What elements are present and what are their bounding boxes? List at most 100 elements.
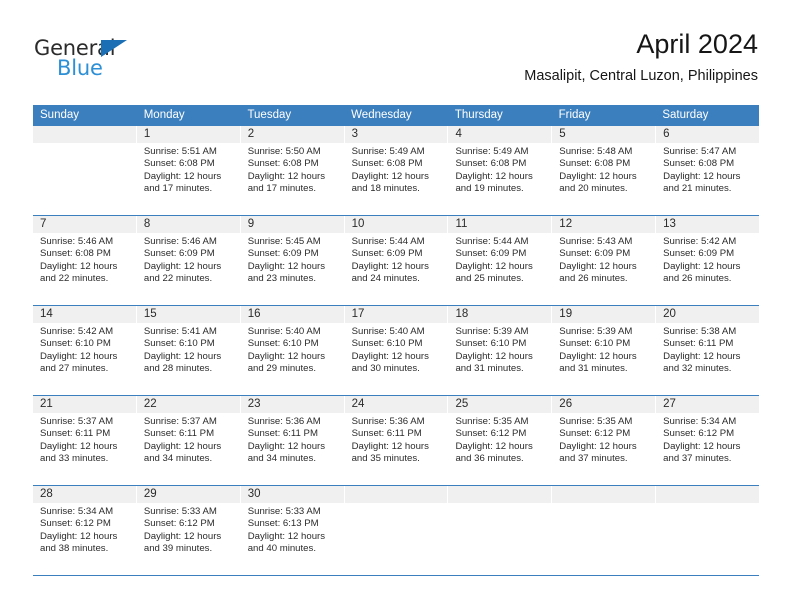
day-of-week-wednesday: Wednesday: [351, 109, 412, 121]
day-cell[interactable]: 6 Sunrise: 5:47 AM Sunset: 6:08 PM Daylight…: [656, 126, 760, 215]
day-number: 23: [240, 396, 344, 413]
sunset-text: Sunset: 6:10 PM: [455, 338, 527, 350]
sunrise-text: Sunrise: 5:39 AM: [559, 326, 633, 337]
day-number: 17: [344, 306, 448, 323]
day-number: [552, 486, 656, 503]
day-cell[interactable]: 9 Sunrise: 5:45 AM Sunset: 6:09 PM Daylight…: [240, 216, 345, 305]
day-cell[interactable]: 18 Sunrise: 5:39 AM Sunset: 6:10 PM Dayligh…: [448, 306, 553, 395]
sunrise-text: Sunrise: 5:33 AM: [143, 506, 217, 517]
day-number: 15: [136, 306, 240, 323]
day-cell[interactable]: 10 Sunrise: 5:44 AM Sunset: 6:09 PM Dayligh…: [344, 216, 449, 305]
day-cell[interactable]: 8 Sunrise: 5:46 AM Sunset: 6:09 PM Daylight…: [136, 216, 241, 305]
day-cell[interactable]: 21 Sunrise: 5:37 AM Sunset: 6:11 PM Dayligh…: [33, 396, 137, 485]
day-number: 30: [240, 486, 344, 503]
daylight-text: Daylight: 12 hours and 37 minutes.: [559, 440, 637, 464]
calendar-grid: Sunday Monday Tuesday Wednesday Thursday Frid…: [33, 105, 760, 576]
day-number: 19: [552, 306, 656, 323]
day-cell[interactable]: 26 Sunrise: 5:35 AM Sunset: 6:12 PM Dayligh…: [552, 396, 657, 485]
day-of-week-header: Sunday Monday Tuesday Wednesday Thursday Frid…: [33, 105, 759, 126]
sunset-text: Sunset: 6:09 PM: [143, 248, 215, 260]
day-cell[interactable]: 22 Sunrise: 5:37 AM Sunset: 6:11 PM Dayligh…: [136, 396, 241, 485]
day-details: Sunrise: 5:35 AM Sunset: 6:12 PM Daylight:…: [448, 413, 551, 465]
sunrise-text: Sunrise: 5:42 AM: [40, 326, 114, 337]
daylight-text: Daylight: 12 hours and 40 minutes.: [247, 530, 326, 554]
day-cell[interactable]: 5 Sunrise: 5:48 AM Sunset: 6:08 PM Daylight…: [552, 126, 657, 215]
daylight-text: Daylight: 12 hours and 22 minutes.: [143, 260, 222, 284]
day-cell[interactable]: 27 Sunrise: 5:34 AM Sunset: 6:12 PM Dayligh…: [656, 396, 760, 485]
sunset-text: Sunset: 6:12 PM: [663, 428, 735, 440]
sunrise-text: Sunrise: 5:49 AM: [455, 146, 529, 157]
day-details: Sunrise: 5:50 AM Sunset: 6:08 PM Daylight:…: [241, 143, 344, 195]
day-cell[interactable]: 25 Sunrise: 5:35 AM Sunset: 6:12 PM Dayligh…: [448, 396, 553, 485]
daylight-text: Daylight: 12 hours and 30 minutes.: [351, 350, 429, 374]
calendar-week-row: 7 Sunrise: 5:46 AM Sunset: 6:08 PM Daylight…: [33, 215, 760, 305]
day-number: 8: [136, 216, 240, 233]
day-of-week-saturday: Saturday: [662, 109, 709, 121]
day-cell[interactable]: 4 Sunrise: 5:49 AM Sunset: 6:08 PM Daylight…: [448, 126, 553, 215]
day-cell[interactable]: 11 Sunrise: 5:44 AM Sunset: 6:09 PM Dayligh…: [448, 216, 553, 305]
day-cell[interactable]: 29 Sunrise: 5:33 AM Sunset: 6:12 PM Dayligh…: [136, 486, 241, 575]
day-cell[interactable]: 19 Sunrise: 5:39 AM Sunset: 6:10 PM Dayligh…: [552, 306, 657, 395]
day-cell[interactable]: 13 Sunrise: 5:42 AM Sunset: 6:09 PM Dayligh…: [656, 216, 760, 305]
calendar-weeks: 1 Sunrise: 5:51 AM Sunset: 6:08 PM Daylight…: [33, 126, 760, 575]
day-cell[interactable]: 24 Sunrise: 5:36 AM Sunset: 6:11 PM Dayligh…: [344, 396, 449, 485]
day-number: 16: [240, 306, 344, 323]
day-of-week-thursday: Thursday: [454, 109, 503, 121]
day-of-week-sunday: Sunday: [40, 109, 80, 121]
day-details: Sunrise: 5:39 AM Sunset: 6:10 PM Daylight:…: [552, 323, 655, 375]
sunset-text: Sunset: 6:08 PM: [40, 248, 111, 260]
daylight-text: Daylight: 12 hours and 21 minutes.: [663, 170, 741, 194]
day-cell[interactable]: 15 Sunrise: 5:41 AM Sunset: 6:10 PM Dayligh…: [136, 306, 241, 395]
sunset-text: Sunset: 6:09 PM: [663, 248, 735, 260]
day-cell[interactable]: 1 Sunrise: 5:51 AM Sunset: 6:08 PM Daylight…: [136, 126, 241, 215]
day-cell[interactable]: 23 Sunrise: 5:36 AM Sunset: 6:11 PM Dayligh…: [240, 396, 345, 485]
page-header: General Blue April 2024 Masalipit, Centr…: [0, 0, 792, 100]
sunset-text: Sunset: 6:08 PM: [143, 158, 215, 170]
daylight-text: Daylight: 12 hours and 23 minutes.: [247, 260, 326, 284]
sunrise-text: Sunrise: 5:40 AM: [351, 326, 425, 337]
sunrise-text: Sunrise: 5:40 AM: [247, 326, 321, 337]
day-cell[interactable]: 16 Sunrise: 5:40 AM Sunset: 6:10 PM Dayligh…: [240, 306, 345, 395]
daylight-text: Daylight: 12 hours and 19 minutes.: [455, 170, 533, 194]
day-cell[interactable]: 14 Sunrise: 5:42 AM Sunset: 6:10 PM Dayligh…: [33, 306, 137, 395]
sunrise-text: Sunrise: 5:34 AM: [663, 416, 737, 427]
day-cell[interactable]: 7 Sunrise: 5:46 AM Sunset: 6:08 PM Daylight…: [33, 216, 137, 305]
sunrise-text: Sunrise: 5:37 AM: [143, 416, 217, 427]
daylight-text: Daylight: 12 hours and 37 minutes.: [663, 440, 741, 464]
sunset-text: Sunset: 6:11 PM: [351, 428, 422, 440]
day-number: 25: [448, 396, 552, 413]
day-number: 11: [448, 216, 552, 233]
sunset-text: Sunset: 6:09 PM: [559, 248, 631, 260]
day-cell[interactable]: 3 Sunrise: 5:49 AM Sunset: 6:08 PM Daylight…: [344, 126, 449, 215]
day-cell[interactable]: 17 Sunrise: 5:40 AM Sunset: 6:10 PM Dayligh…: [344, 306, 449, 395]
daylight-text: Daylight: 12 hours and 32 minutes.: [663, 350, 741, 374]
logo-triangle-icon: [101, 40, 127, 57]
day-of-week-monday: Monday: [143, 109, 185, 121]
day-cell[interactable]: 20 Sunrise: 5:38 AM Sunset: 6:11 PM Dayligh…: [656, 306, 760, 395]
page-title: April 2024: [636, 29, 758, 59]
sunrise-text: Sunrise: 5:34 AM: [40, 506, 114, 517]
sunset-text: Sunset: 6:08 PM: [351, 158, 423, 170]
sunrise-text: Sunrise: 5:41 AM: [143, 326, 217, 337]
daylight-text: Daylight: 12 hours and 39 minutes.: [143, 530, 222, 554]
day-cell[interactable]: 28 Sunrise: 5:34 AM Sunset: 6:12 PM Dayligh…: [33, 486, 137, 575]
day-details: Sunrise: 5:48 AM Sunset: 6:08 PM Daylight:…: [552, 143, 655, 195]
sunrise-text: Sunrise: 5:33 AM: [247, 506, 321, 517]
day-number: 29: [136, 486, 240, 503]
daylight-text: Daylight: 12 hours and 35 minutes.: [351, 440, 429, 464]
sunset-text: Sunset: 6:10 PM: [559, 338, 631, 350]
title-block: April 2024 Masalipit, Central Luzon, Phi…: [524, 28, 758, 85]
day-number: 12: [552, 216, 656, 233]
sunset-text: Sunset: 6:08 PM: [663, 158, 735, 170]
sunrise-text: Sunrise: 5:45 AM: [247, 236, 321, 247]
sunrise-text: Sunrise: 5:35 AM: [559, 416, 633, 427]
day-cell-empty: [448, 486, 553, 575]
day-cell[interactable]: 2 Sunrise: 5:50 AM Sunset: 6:08 PM Daylight…: [240, 126, 345, 215]
day-number: 9: [240, 216, 344, 233]
day-details: Sunrise: 5:44 AM Sunset: 6:09 PM Daylight:…: [345, 233, 448, 285]
daylight-text: Daylight: 12 hours and 18 minutes.: [351, 170, 429, 194]
calendar-page: General Blue April 2024 Masalipit, Centr…: [0, 0, 792, 612]
day-cell[interactable]: 12 Sunrise: 5:43 AM Sunset: 6:09 PM Dayligh…: [552, 216, 657, 305]
day-cell[interactable]: 30 Sunrise: 5:33 AM Sunset: 6:13 PM Dayligh…: [240, 486, 345, 575]
day-details: Sunrise: 5:36 AM Sunset: 6:11 PM Daylight:…: [345, 413, 448, 465]
